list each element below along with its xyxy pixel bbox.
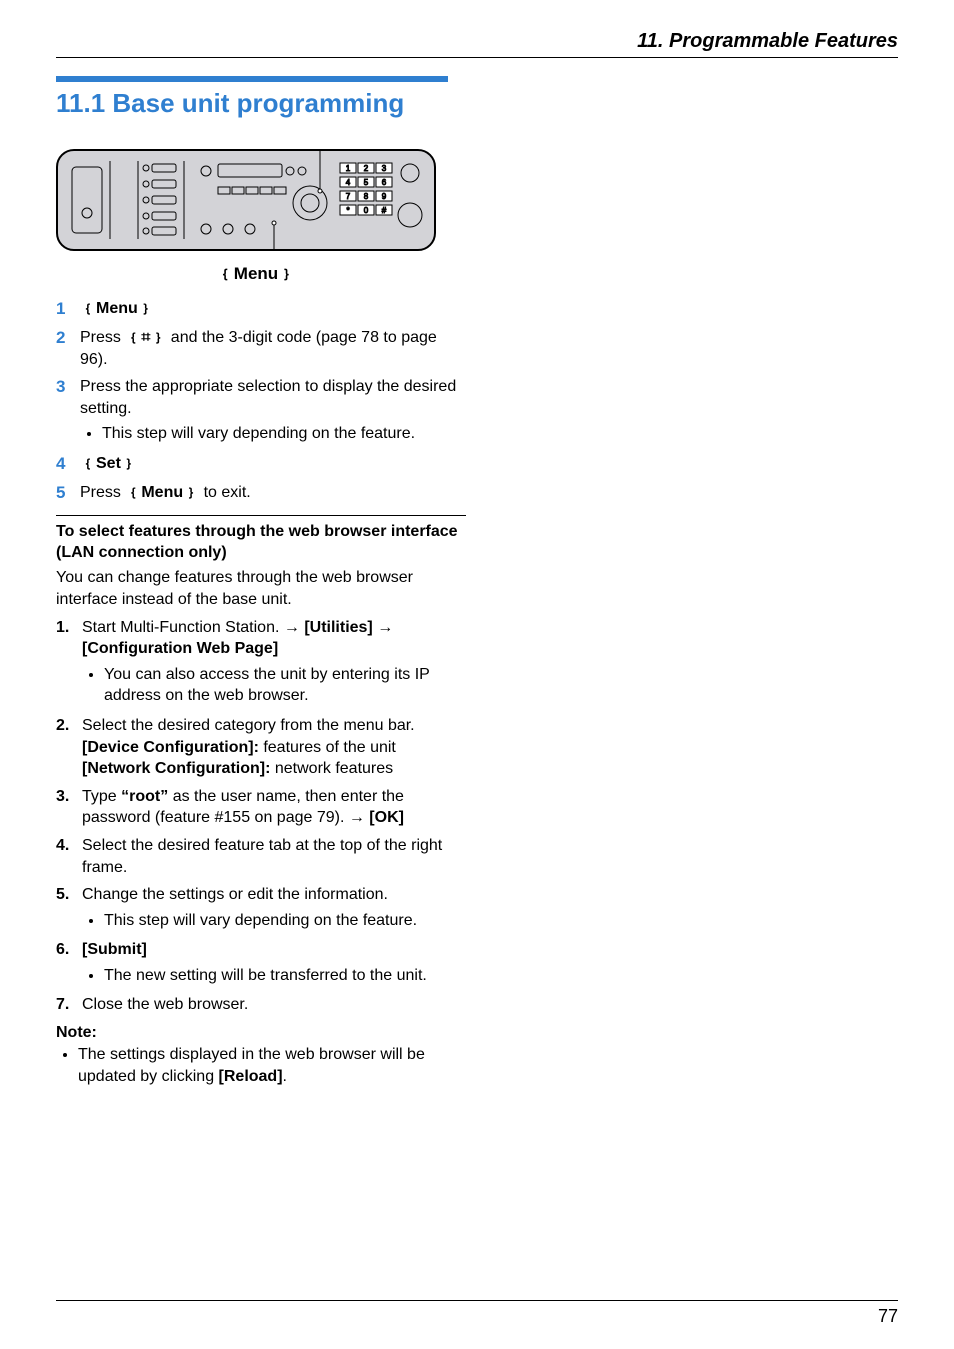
svg-text:5: 5 [364,178,369,187]
web-step-number: 3. [56,786,82,829]
procedure-step: 1﹛Menu﹜ [56,298,466,321]
arrow-icon: → [284,619,300,636]
note-list: The settings displayed in the web browse… [78,1044,466,1087]
step-body: Press ﹛⌗﹜ and the 3-digit code (page 78 … [80,327,466,370]
page: 11. Programmable Features 11.1 Base unit… [0,0,954,1349]
step-bullet: This step will vary depending on the fea… [102,423,466,445]
svg-text:7: 7 [346,192,351,201]
web-step-body: Change the settings or edit the informat… [82,884,466,933]
bold-text: [Network Configuration]: [82,760,270,777]
web-step-number: 1. [56,617,82,709]
bold-text: [Submit] [82,941,147,958]
bold-text: [Utilities] [304,619,372,636]
web-intro-paragraph: You can change features through the web … [56,567,466,610]
key-label: ﹛Set﹜ [80,455,137,472]
procedure-step: 2Press ﹛⌗﹜ and the 3-digit code (page 78… [56,327,466,370]
svg-text:1: 1 [346,164,351,173]
svg-text:2: 2 [364,164,369,173]
web-step: 4.Select the desired feature tab at the … [56,835,466,878]
step-body: Press ﹛Menu﹜ to exit. [80,482,466,504]
web-step-body: Select the desired feature tab at the to… [82,835,466,878]
svg-text:0: 0 [364,206,369,215]
svg-text:#: # [382,206,387,215]
key-label: ﹛Menu﹜ [80,300,154,317]
web-step-number: 6. [56,939,82,988]
bold-text: [Configuration Web Page] [82,640,278,657]
chapter-header: 11. Programmable Features [56,30,898,53]
web-step: 5.Change the settings or edit the inform… [56,884,466,933]
note-item: The settings displayed in the web browse… [78,1044,466,1087]
bold-text: “root” [121,788,168,805]
web-step-bullet: This step will vary depending on the fea… [104,910,466,932]
web-step-bullets: You can also access the unit by entering… [104,664,466,707]
procedure-steps: 1﹛Menu﹜2Press ﹛⌗﹜ and the 3-digit code (… [56,298,466,505]
svg-text:3: 3 [382,164,387,173]
web-step-bullet: You can also access the unit by entering… [104,664,466,707]
section-accent-rule [56,76,448,82]
web-step-number: 2. [56,715,82,780]
web-step-number: 5. [56,884,82,933]
step-body: Press the appropriate selection to displ… [80,376,466,447]
procedure-step: 3Press the appropriate selection to disp… [56,376,466,447]
step-number: 5 [56,482,80,505]
step-number: 4 [56,453,80,476]
subsection-rule [56,515,466,516]
web-step-body: Close the web browser. [82,994,466,1016]
svg-text:*: * [346,206,349,215]
content-column: ﹛Set﹜ [56,149,466,1087]
web-step: 6.[Submit] The new setting will be transf… [56,939,466,988]
arrow-icon: → [377,619,393,636]
web-step-body: [Submit] The new setting will be transfer… [82,939,466,988]
callout-menu-label: ﹛Menu﹜ [46,259,466,284]
web-step-body: Type “root” as the user name, then enter… [82,786,466,829]
step-number: 1 [56,298,80,321]
web-step: 2.Select the desired category from the m… [56,715,466,780]
footer-rule [56,1300,898,1301]
procedure-step: 4﹛Set﹜ [56,453,466,476]
web-step-bullets: This step will vary depending on the fea… [104,910,466,932]
page-number: 77 [878,1306,898,1327]
web-step: 7.Close the web browser. [56,994,466,1016]
procedure-step: 5Press ﹛Menu﹜ to exit. [56,482,466,505]
web-step: 1.Start Multi-Function Station. → [Utili… [56,617,466,709]
web-step: 3.Type “root” as the user name, then ent… [56,786,466,829]
step-body: ﹛Menu﹜ [80,298,466,320]
web-step-body: Select the desired category from the men… [82,715,466,780]
device-illustration-wrap: ﹛Set﹜ [56,149,466,284]
bold-text: [OK] [369,809,404,826]
top-rule [56,57,898,58]
step-number: 2 [56,327,80,350]
web-step-number: 7. [56,994,82,1016]
device-control-panel-illustration: 1 2 3 4 5 6 7 8 9 * 0 # [56,149,436,251]
web-step-bullets: The new setting will be transferred to t… [104,965,466,987]
svg-text:9: 9 [382,192,387,201]
note-heading: Note: [56,1024,466,1042]
svg-text:6: 6 [382,178,387,187]
key-label: ﹛Menu﹜ [125,484,199,501]
section-title: 11.1 Base unit programming [56,88,898,119]
web-step-bullet: The new setting will be transferred to t… [104,965,466,987]
step-body: ﹛Set﹜ [80,453,466,475]
step-number: 3 [56,376,80,399]
web-step-number: 4. [56,835,82,878]
web-step-body: Start Multi-Function Station. → [Utiliti… [82,617,466,709]
svg-text:4: 4 [346,178,351,187]
svg-text:8: 8 [364,192,369,201]
bold-text: [Device Configuration]: [82,739,259,756]
web-subsection-heading: To select features through the web brows… [56,522,466,564]
web-procedure-steps: 1.Start Multi-Function Station. → [Utili… [56,617,466,1017]
arrow-icon: → [349,809,365,826]
key-label: ﹛⌗﹜ [125,329,166,346]
step-bullets: This step will vary depending on the fea… [102,423,466,445]
